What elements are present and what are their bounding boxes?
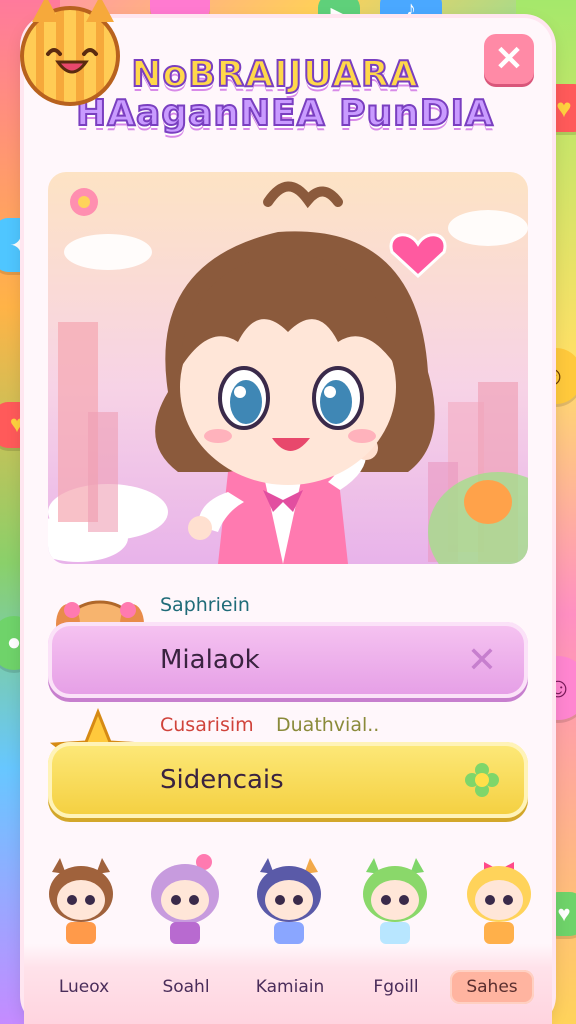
tab-3[interactable]: Kamiain <box>240 970 340 1004</box>
close-button[interactable]: ✕ <box>484 34 534 84</box>
character-avatar-3[interactable] <box>244 852 334 952</box>
flower-icon[interactable] <box>462 760 502 800</box>
character-roster <box>24 852 552 982</box>
name-input-value: Mialaok <box>160 645 260 675</box>
character-avatar-4[interactable] <box>350 852 440 952</box>
field1-label: Saphriein <box>160 594 250 616</box>
tab-5[interactable]: Sahes <box>450 970 534 1004</box>
app-title-line-2: HAaganNEA PunDIA <box>75 92 494 135</box>
tab-2[interactable]: Soahl <box>146 970 226 1004</box>
close-icon: ✕ <box>494 40 524 78</box>
category-input[interactable]: Sidencais <box>48 742 528 818</box>
name-input[interactable]: Mialaok ✕ <box>48 622 528 698</box>
category-input-value: Sidencais <box>160 765 284 795</box>
tab-1[interactable]: Lueox <box>44 970 124 1004</box>
field2-label-a: Cusarisim <box>160 714 254 736</box>
character-avatar-2[interactable] <box>140 852 230 952</box>
field2-label-b: Duathvial.. <box>276 714 380 736</box>
cat-face-icon <box>20 0 120 106</box>
character-avatar-1[interactable] <box>36 852 126 952</box>
hero-character-art <box>48 172 528 564</box>
clear-x-icon[interactable]: ✕ <box>462 640 502 681</box>
app-title: NoBRAIJUARA HAaganNEA PunDIA <box>60 53 510 135</box>
tab-4[interactable]: Fgoill <box>356 970 436 1004</box>
character-avatar-5[interactable] <box>454 852 544 952</box>
